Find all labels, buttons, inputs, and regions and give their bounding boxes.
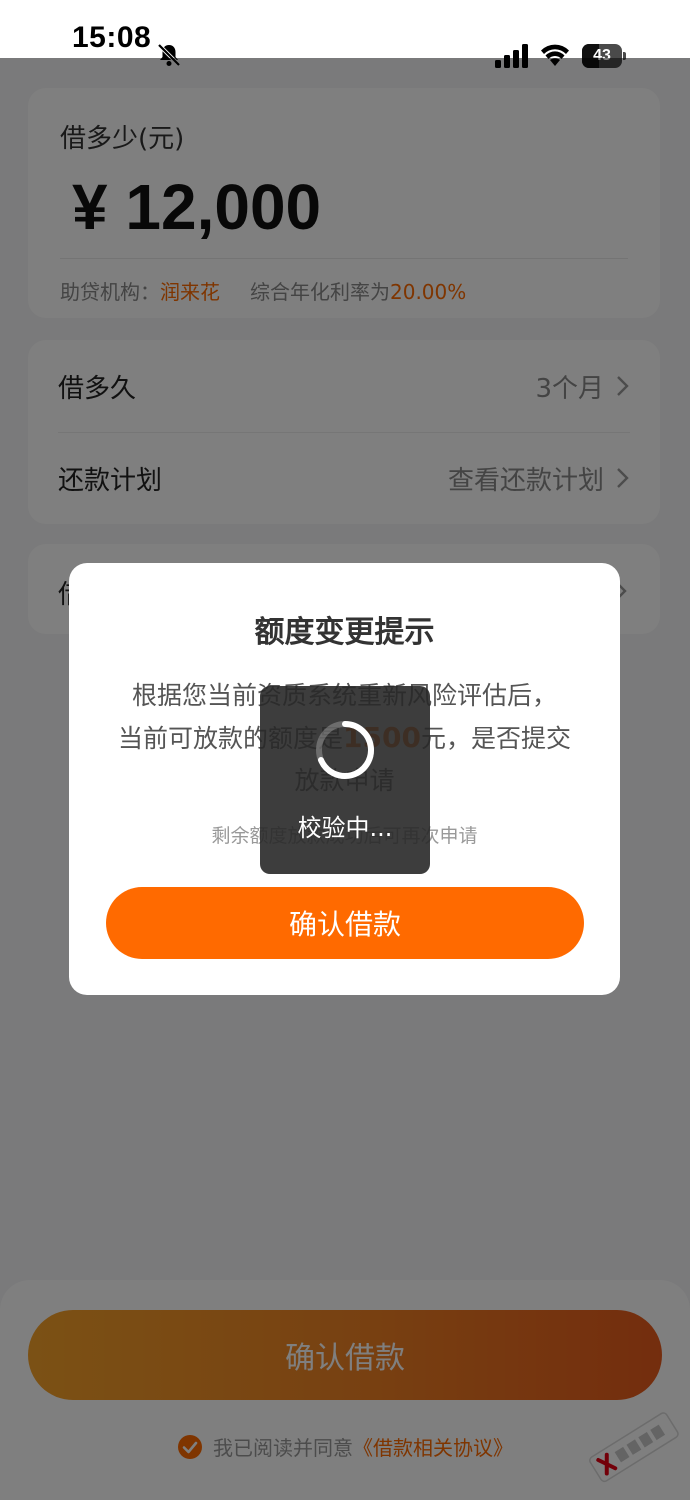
status-time: 15:08 <box>72 21 152 54</box>
dialog-title: 额度变更提示 <box>254 615 435 650</box>
toast-text: 校验中... <box>297 814 393 842</box>
dialog-confirm-button[interactable]: 确认借款 <box>106 887 584 959</box>
status-bar: 15:08 43 <box>0 0 690 68</box>
loading-spinner-icon <box>316 721 374 779</box>
loading-toast: 校验中... <box>260 686 430 874</box>
